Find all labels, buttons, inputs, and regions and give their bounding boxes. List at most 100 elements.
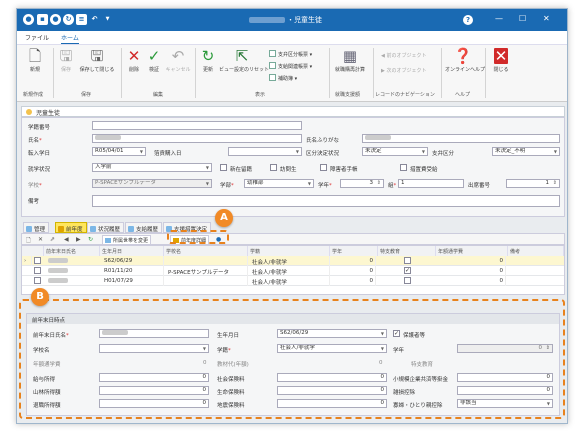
report-icon [269, 74, 276, 81]
grid-header-grade[interactable]: 学年 [330, 246, 378, 256]
row-select-checkbox[interactable] [34, 267, 41, 274]
delete-label: 削除 [128, 67, 139, 73]
visiting-student-checkbox[interactable] [270, 164, 277, 171]
change-household-button[interactable]: 所属世帯を変更 [102, 235, 152, 245]
delete-row-icon[interactable]: ✕ [38, 236, 43, 243]
class-label: 組* [388, 183, 397, 189]
grid-header-name[interactable]: 前年末日氏名 [44, 246, 100, 256]
record-quick-icon[interactable]: ● [50, 14, 61, 25]
grid-header-dept[interactable]: 学籍 [248, 246, 330, 256]
refresh-quick-icon[interactable]: ↻ [63, 14, 74, 25]
cell-special-checkbox[interactable]: ✓ [404, 267, 411, 274]
list-quick-icon[interactable]: ≡ [76, 14, 87, 25]
grid-header-remarks[interactable]: 備考 [508, 246, 564, 256]
new-button[interactable]: 🗋 新規 [23, 48, 47, 73]
student-icon [26, 109, 32, 115]
title-bar: ● ▪ ● ↻ ≡ ↶ ▼ ・児童生徒 ? — ☐ ✕ [17, 9, 567, 31]
verify-label: 検証 [148, 67, 159, 73]
payment-related-button[interactable]: 支給関連帳票 ▾ [269, 62, 312, 70]
household-icon [105, 238, 111, 243]
verify-button[interactable]: ✓ 検証 [145, 48, 163, 73]
enrollment-status-select[interactable]: 入学前 [92, 163, 212, 172]
grid-header-birth[interactable]: 生年月日 [100, 246, 164, 256]
menu-file[interactable]: ファイル [25, 33, 49, 42]
name-input[interactable] [92, 134, 302, 143]
delete-button[interactable]: ✕ 削除 [125, 48, 143, 73]
cell-special-checkbox[interactable] [404, 277, 411, 284]
back-icon[interactable]: ◀ [64, 236, 69, 243]
minimize-icon[interactable]: — [495, 13, 503, 25]
refresh-label: 更新 [202, 67, 213, 73]
class-input[interactable]: 1 [398, 179, 464, 188]
cell-grade: 0 [332, 266, 376, 276]
save-button-label: 保存 [60, 67, 71, 73]
table-row[interactable]: H01/07/29 社会人/非就学 0 0 [22, 276, 564, 286]
prev-object-button[interactable]: ◀ 前のオブジェクト [381, 52, 426, 59]
refresh-button[interactable]: ↻ 更新 [199, 48, 217, 73]
grid-header-special[interactable]: 特支教育 [378, 246, 436, 256]
name-kana-input[interactable] [362, 134, 560, 143]
newly-registered-checkbox[interactable] [220, 164, 227, 171]
view-reset-icon: ⇱ [235, 47, 249, 65]
maximize-icon[interactable]: ☐ [519, 13, 526, 25]
group-label-save: 保存 [81, 92, 92, 98]
save-button[interactable]: 🖫 保存 [57, 48, 75, 73]
callout-b-badge: B [31, 288, 49, 306]
view-reset-button[interactable]: ⇱ ビュー設定のリセット [219, 47, 269, 73]
grade-input[interactable]: 3 [340, 179, 384, 188]
menu-home[interactable]: ホーム [61, 33, 79, 44]
ribbon-separator [485, 48, 486, 98]
table-row[interactable]: R01/11/20 P-SPACEサンプルデータ 社会人/非就学 0 ✓ 0 [22, 266, 564, 276]
link-icon[interactable]: ⇗ [50, 236, 55, 243]
admission-date-label: 転入学日 [28, 151, 51, 157]
close-icon[interactable]: ✕ [543, 13, 550, 25]
help-circle-icon: ❓ [453, 47, 473, 65]
refresh-grid-icon[interactable]: ↻ [88, 236, 93, 243]
table-row[interactable]: › S62/06/29 社会人/非就学 0 0 [22, 256, 564, 266]
supplement-button[interactable]: 補助簿 ▾ [269, 74, 297, 82]
employment-calc-button[interactable]: ▦ 就職購再計算 [333, 48, 367, 73]
cell-special-checkbox[interactable] [404, 257, 411, 264]
enrollment-status-label: 就学状況 [28, 167, 51, 173]
row-select-checkbox[interactable] [34, 277, 41, 284]
remarks-input[interactable] [92, 195, 560, 207]
payment-list-button[interactable]: 支弁区分帳票 ▾ [269, 50, 312, 58]
back-quick-icon[interactable]: ↶ [89, 14, 100, 25]
grid-header-school[interactable]: 学校名 [164, 246, 248, 256]
tab-guardian[interactable]: 管理 [23, 222, 50, 233]
close-button[interactable]: ✕ 閉じる [491, 48, 511, 73]
row-select-checkbox[interactable] [34, 257, 41, 264]
redacted-name [48, 258, 68, 263]
admission-date-input[interactable]: R05/04/01 [92, 147, 146, 156]
tab-previous-year[interactable]: 前年度 [55, 222, 87, 233]
guardian-icon [26, 226, 32, 232]
district-status-select[interactable]: 未決定 [362, 147, 428, 156]
cancel-button[interactable]: ↶ キャンセル [165, 48, 191, 73]
online-help-button[interactable]: ❓ オンラインヘルプ [445, 47, 485, 73]
student-no-input[interactable] [92, 121, 302, 130]
forward-icon[interactable]: ▶ [76, 236, 81, 243]
tab-payment-history[interactable]: 支給履歴 [125, 222, 163, 233]
purchase-date-input[interactable] [228, 147, 302, 156]
group-label-edit: 編集 [153, 92, 164, 98]
grid-header-fare[interactable]: 年額通学費 [436, 246, 508, 256]
help-icon[interactable]: ? [463, 15, 473, 25]
quick-access-dropdown-icon[interactable]: ▼ [102, 14, 113, 25]
cell-birth: S62/06/29 [102, 256, 164, 266]
name-label: 氏名* [28, 138, 42, 144]
refresh-icon: ↻ [201, 47, 215, 65]
supplement-label: 補助簿 [278, 76, 294, 82]
grade-value: 3 [369, 180, 374, 186]
name-label-text: 氏名 [28, 138, 40, 144]
next-object-button[interactable]: ▶ 次のオブジェクト [381, 67, 426, 74]
recipient-checkbox[interactable] [400, 164, 407, 171]
disability-card-checkbox[interactable] [320, 164, 327, 171]
support-category-select[interactable]: 未決定_不明 [492, 147, 560, 156]
save-quick-icon[interactable]: ▪ [37, 14, 48, 25]
payment-list-label: 支弁区分帳票 [278, 52, 309, 58]
department-select[interactable]: 幼稚部 [244, 179, 314, 188]
attendance-no-input[interactable]: 1 [506, 179, 560, 188]
school-select[interactable]: P-SPACEサンプルデータ [92, 179, 212, 188]
tab-status-history[interactable]: 状況履歴 [87, 222, 125, 233]
save-close-button[interactable]: 🖫 保存して閉じる [79, 48, 115, 73]
